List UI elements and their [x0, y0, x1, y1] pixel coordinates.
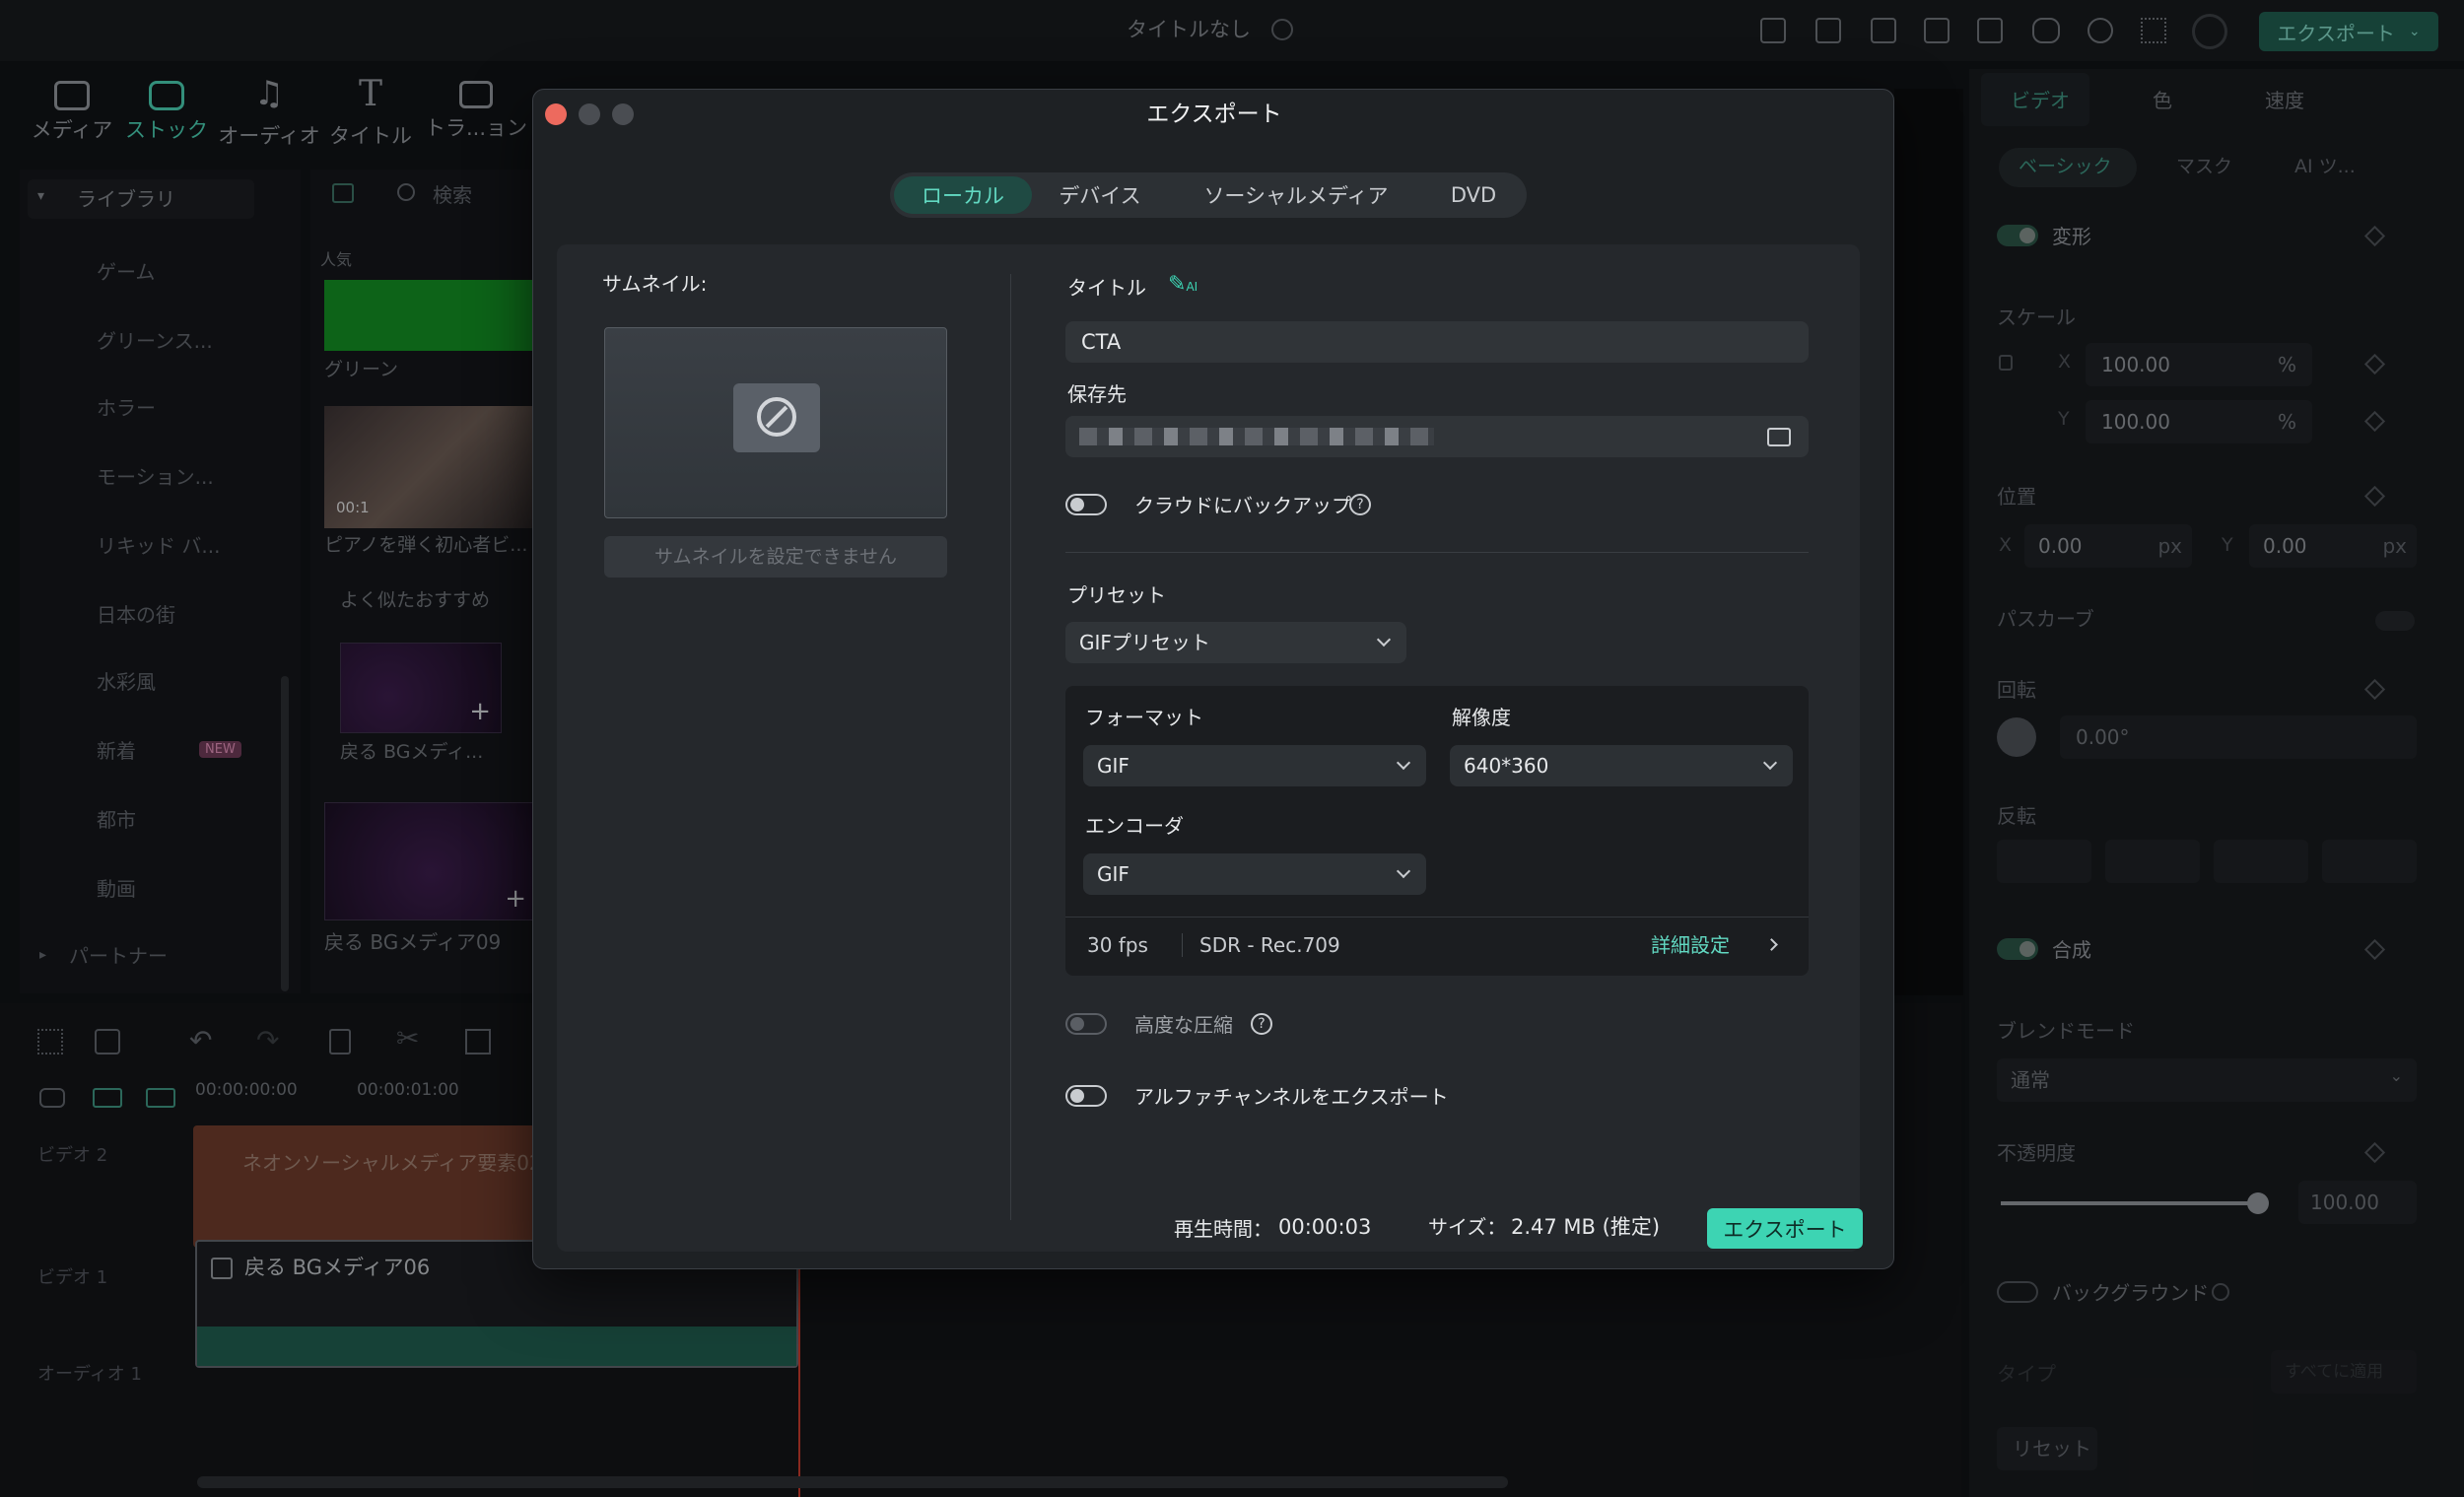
- preset-label: プリセット: [1067, 583, 1166, 607]
- fps-value: 30 fps: [1087, 933, 1148, 957]
- tab-local[interactable]: ローカル: [894, 176, 1032, 214]
- dialog-title: エクスポート: [1146, 102, 1282, 127]
- format-label: フォーマット: [1085, 706, 1203, 729]
- thumbnail-preview: [604, 327, 947, 518]
- encoder-select[interactable]: GIF: [1083, 853, 1426, 895]
- resolution-value: 640*360: [1464, 754, 1549, 778]
- tab-device[interactable]: デバイス: [1036, 176, 1164, 214]
- resolution-label: 解像度: [1452, 706, 1511, 729]
- encoder-label: エンコーダ: [1085, 814, 1184, 838]
- chevron-down-icon: [1762, 755, 1778, 771]
- encoder-value: GIF: [1097, 862, 1129, 886]
- tab-dvd[interactable]: DVD: [1424, 176, 1523, 214]
- card-divider: [1065, 917, 1809, 918]
- help-icon[interactable]: ?: [1349, 494, 1371, 515]
- format-settings-card: フォーマット GIF 解像度 640*360 エンコーダ GIF 30 fps …: [1065, 686, 1809, 976]
- export-button-label: エクスポート: [1723, 1217, 1847, 1242]
- export-dialog: エクスポート ローカル デバイス ソーシャルメディア DVD サムネイル: サム…: [532, 89, 1894, 1269]
- folder-icon[interactable]: [1767, 428, 1791, 446]
- tab-local-label: ローカル: [922, 184, 1004, 208]
- export-settings-panel: サムネイル: サムネイルを設定できません タイトル ✎AI CTA 保存先 クラ…: [557, 244, 1860, 1252]
- chevron-down-icon: [1376, 632, 1392, 647]
- size-label: サイズ：: [1428, 1215, 1507, 1239]
- tab-social-label: ソーシャルメディア: [1203, 184, 1389, 208]
- save-location-input[interactable]: [1065, 416, 1809, 457]
- cloud-backup-label: クラウドにバックアップ: [1134, 494, 1351, 517]
- alpha-export-label: アルファチャンネルをエクスポート: [1134, 1085, 1449, 1109]
- duration-value: 00:00:03: [1278, 1215, 1372, 1239]
- chevron-down-icon: [1396, 863, 1411, 879]
- tab-device-label: デバイス: [1059, 184, 1141, 208]
- section-divider: [1065, 552, 1809, 553]
- title-value: CTA: [1081, 330, 1122, 354]
- thumbnail-label: サムネイル:: [602, 272, 708, 296]
- resolution-select[interactable]: 640*360: [1450, 745, 1793, 786]
- title-label: タイトル: [1067, 276, 1146, 300]
- duration-label: 再生時間：: [1174, 1217, 1272, 1241]
- preset-select[interactable]: GIFプリセット: [1065, 622, 1406, 663]
- format-value: GIF: [1097, 754, 1129, 778]
- color-space-value: SDR - Rec.709: [1199, 933, 1340, 957]
- export-button[interactable]: エクスポート: [1707, 1208, 1863, 1249]
- advanced-settings-link[interactable]: 詳細設定: [1651, 935, 1730, 955]
- cloud-backup-toggle[interactable]: [1065, 494, 1107, 515]
- chevron-down-icon: [1396, 755, 1411, 771]
- spec-divider: [1182, 933, 1183, 957]
- size-value: 2.47 MB (推定): [1511, 1215, 1661, 1239]
- tab-dvd-label: DVD: [1450, 183, 1497, 207]
- tab-social-media[interactable]: ソーシャルメディア: [1170, 176, 1422, 214]
- set-thumbnail-button[interactable]: サムネイルを設定できません: [604, 536, 947, 578]
- set-thumbnail-label: サムネイルを設定できません: [653, 545, 898, 568]
- chevron-right-icon[interactable]: [1765, 938, 1778, 951]
- ai-edit-icon[interactable]: ✎AI: [1168, 274, 1198, 296]
- title-input[interactable]: CTA: [1065, 321, 1809, 363]
- high-compression-label: 高度な圧縮: [1134, 1013, 1233, 1037]
- export-tabs: ローカル デバイス ソーシャルメディア DVD: [890, 172, 1527, 218]
- preset-value: GIFプリセット: [1079, 631, 1210, 654]
- format-select[interactable]: GIF: [1083, 745, 1426, 786]
- high-compression-toggle[interactable]: [1065, 1013, 1107, 1035]
- save-location-label: 保存先: [1067, 382, 1127, 406]
- help-icon[interactable]: ?: [1251, 1013, 1272, 1035]
- column-divider: [1010, 274, 1011, 1220]
- alpha-export-toggle[interactable]: [1065, 1085, 1107, 1107]
- redacted-path: [1079, 428, 1434, 445]
